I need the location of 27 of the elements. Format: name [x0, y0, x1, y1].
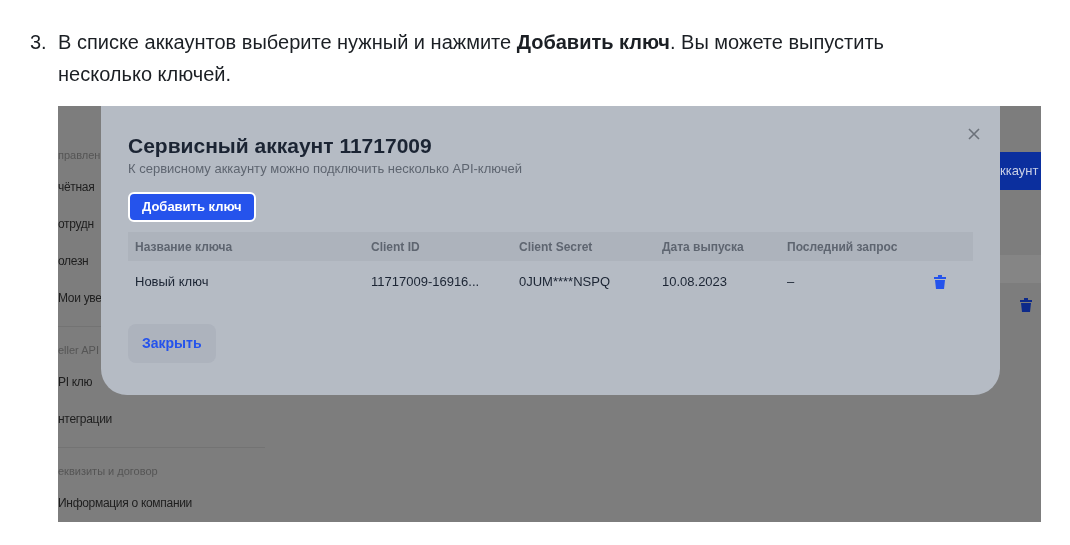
sidebar-item[interactable]: PI клю [58, 363, 93, 400]
close-button[interactable]: Закрыть [128, 324, 216, 363]
table-cell: Новый ключ [135, 274, 209, 290]
column-header: Client Secret [519, 239, 593, 254]
column-header: Client ID [371, 239, 420, 254]
modal-subtitle: К сервисному аккаунту можно подключить несколько API-ключей [128, 160, 522, 178]
sidebar-item[interactable]: отрудн [58, 205, 94, 242]
trash-icon[interactable] [1020, 298, 1032, 312]
trash-icon[interactable] [934, 275, 946, 289]
list-number: 3. [30, 30, 48, 55]
sidebar-item[interactable]: нтеграции [58, 400, 112, 437]
column-header: Название ключа [135, 239, 233, 254]
modal-title: Сервисный аккаунт 11717009 [128, 133, 433, 159]
sidebar-item[interactable]: чётная [58, 168, 95, 205]
sidebar-item[interactable]: олезн [58, 242, 89, 279]
table-cell: 11717009-16916... [371, 274, 480, 290]
close-icon[interactable] [968, 128, 980, 140]
table-cell: 10.08.2023 [662, 274, 728, 290]
add-account-button[interactable]: ккаунт [1000, 152, 1041, 190]
table-cell: 0JUM****NSPQ [519, 274, 611, 290]
instruction-text: В списке аккаунтов выберите нужный и нажмите Добавить ключ. Вы можете выпустить несколько ключей. [58, 30, 885, 87]
sidebar-item[interactable]: Мои уве [58, 279, 102, 316]
add-key-button[interactable]: Добавить ключ [128, 192, 256, 222]
column-header: Дата выпуска [662, 239, 744, 254]
table-cell: – [787, 274, 795, 290]
sidebar-item[interactable]: Информация о компании [58, 484, 193, 521]
column-header: Последний запрос [787, 239, 898, 254]
